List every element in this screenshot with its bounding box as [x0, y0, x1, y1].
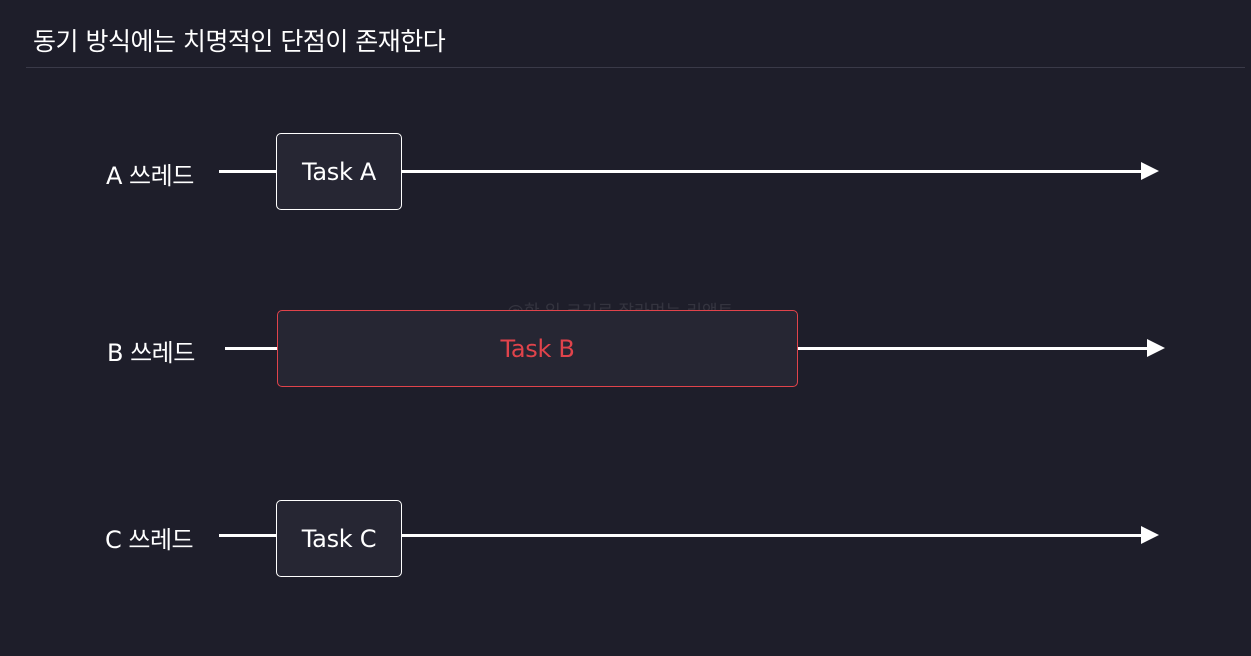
task-box-a: Task A [276, 133, 402, 210]
slide: 동기 방식에는 치명적인 단점이 존재한다 @한 입 크기로 잘라먹는 리액트 … [0, 0, 1251, 656]
timeline-b-post [798, 347, 1150, 350]
timeline-c-pre [219, 534, 277, 537]
task-box-b-blocking: Task B [277, 310, 798, 387]
arrowhead-b [1147, 339, 1165, 357]
slide-title: 동기 방식에는 치명적인 단점이 존재한다 [33, 27, 446, 56]
thread-label-c: C 쓰레드 [105, 526, 194, 554]
timeline-c-post [402, 534, 1144, 537]
thread-label-b: B 쓰레드 [107, 339, 195, 367]
timeline-b-pre [225, 347, 278, 350]
timeline-a-post [402, 170, 1144, 173]
task-box-c: Task C [276, 500, 402, 577]
title-divider [26, 67, 1245, 68]
arrowhead-a [1141, 162, 1159, 180]
thread-label-a: A 쓰레드 [106, 162, 194, 190]
timeline-a-pre [219, 170, 277, 173]
arrowhead-c [1141, 526, 1159, 544]
